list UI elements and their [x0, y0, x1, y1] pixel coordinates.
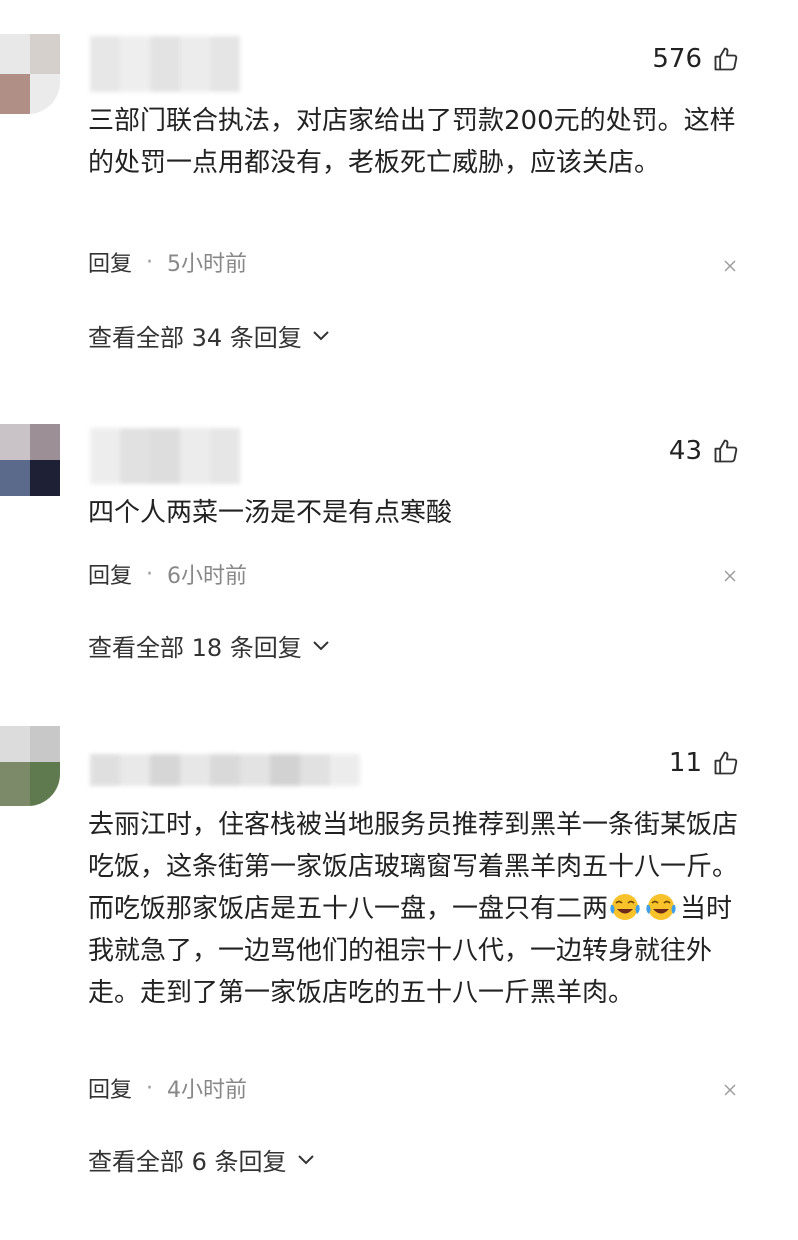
close-icon[interactable] — [722, 258, 738, 274]
comment-text: 三部门联合执法，对店家给出了罚款200元的处罚。这样的处罚一点用都没有，老板死亡… — [88, 106, 736, 178]
view-replies-label: 查看全部 34 条回复 — [88, 324, 302, 352]
username-blurred[interactable] — [90, 428, 240, 484]
timestamp: 4小时前 — [167, 1078, 248, 1103]
view-replies-label: 查看全部 18 条回复 — [88, 634, 302, 662]
comment-meta: 回复 · 4小时前 — [88, 1072, 247, 1104]
thumbs-up-icon[interactable] — [712, 45, 740, 73]
crying-laughing-emoji-icon — [610, 894, 640, 920]
chevron-down-icon — [313, 330, 329, 340]
reply-button[interactable]: 回复 — [88, 1072, 132, 1104]
chevron-down-icon — [313, 640, 329, 650]
close-icon[interactable] — [722, 1082, 738, 1098]
comment-meta: 回复 · 6小时前 — [88, 558, 247, 590]
comment-text: 去丽江时，住客栈被当地服务员推荐到黑羊一条街某饭店吃饭，这条街第一家饭店玻璃窗写… — [88, 804, 748, 1014]
view-all-replies-button[interactable]: 查看全部 34 条回复 — [88, 318, 330, 353]
comment-meta: 回复 · 5小时前 — [88, 246, 247, 278]
separator: · — [146, 561, 154, 587]
chevron-down-icon — [297, 1154, 314, 1164]
timestamp: 5小时前 — [167, 252, 248, 277]
thumbs-up-icon[interactable] — [712, 437, 740, 465]
thumbs-up-icon[interactable] — [712, 749, 740, 777]
comment-text: 四个人两菜一汤是不是有点寒酸 — [88, 498, 453, 528]
view-all-replies-button[interactable]: 查看全部 6 条回复 — [88, 1142, 315, 1177]
like-count: 43 — [669, 436, 740, 466]
timestamp: 6小时前 — [167, 564, 248, 589]
avatar[interactable] — [0, 34, 60, 114]
username-blurred[interactable] — [90, 36, 240, 92]
avatar[interactable] — [0, 424, 60, 496]
avatar[interactable] — [0, 726, 60, 806]
view-replies-label: 查看全部 6 条回复 — [88, 1148, 287, 1176]
like-count-value: 43 — [668, 436, 702, 466]
username-blurred[interactable] — [90, 754, 360, 786]
like-count: 576 — [652, 44, 740, 74]
like-count-value: 576 — [652, 44, 702, 74]
reply-button[interactable]: 回复 — [88, 558, 132, 590]
view-all-replies-button[interactable]: 查看全部 18 条回复 — [88, 628, 330, 663]
reply-button[interactable]: 回复 — [88, 246, 132, 278]
separator: · — [146, 249, 154, 275]
close-icon[interactable] — [722, 568, 738, 584]
like-count-value: 11 — [668, 748, 702, 778]
separator: · — [146, 1075, 154, 1101]
crying-laughing-emoji-icon — [646, 894, 676, 920]
like-count: 11 — [669, 748, 740, 778]
